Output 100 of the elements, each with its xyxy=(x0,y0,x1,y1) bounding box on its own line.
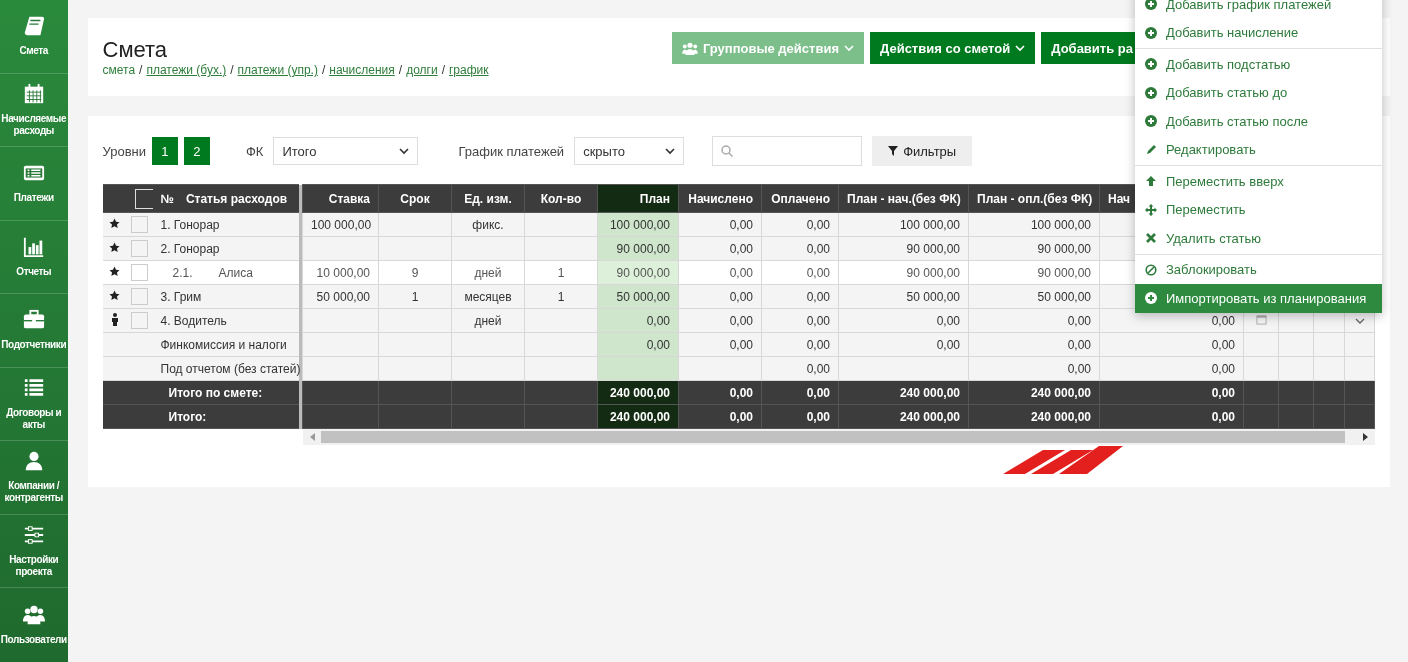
row-checkbox[interactable] xyxy=(130,216,148,233)
calendar-icon xyxy=(22,82,45,105)
sidebar-item[interactable]: Отчеты xyxy=(0,220,68,294)
table-cell: 0,00 xyxy=(806,409,830,424)
block-icon xyxy=(1145,263,1157,276)
table-cell: 100 000,00 xyxy=(311,217,372,232)
row-checkbox[interactable] xyxy=(130,312,148,329)
table-cell: 100 000,00 xyxy=(1030,217,1091,232)
menu-item[interactable]: Добавить статью после xyxy=(1135,107,1382,136)
breadcrumb-separator: / xyxy=(230,63,234,77)
level-button[interactable]: 1 xyxy=(152,137,178,165)
menu-item[interactable]: Редактировать xyxy=(1135,135,1382,164)
table-cell: 0,00 xyxy=(1211,313,1235,328)
row-checkbox[interactable] xyxy=(130,240,148,257)
level-button[interactable]: 2 xyxy=(184,137,210,165)
table-cell: 0,00 xyxy=(806,385,830,400)
breadcrumb-separator: / xyxy=(441,63,445,77)
breadcrumb-link[interactable]: долги xyxy=(406,63,438,77)
table-cell: 90 000,00 xyxy=(616,265,670,280)
menu-item[interactable]: Заблокировать xyxy=(1135,255,1382,284)
sidebar-item[interactable]: Настройки проекта xyxy=(0,514,68,588)
table-cell: 240 000,00 xyxy=(1030,409,1091,424)
sidebar-item[interactable]: Подотчетники xyxy=(0,294,68,368)
table-cell: 1 xyxy=(411,289,419,304)
column-header: План - опл.(без ФК) xyxy=(968,184,1100,213)
select-field[interactable]: Итого xyxy=(273,137,419,165)
table-cell: 0,00 xyxy=(1211,385,1235,400)
book-icon xyxy=(22,15,45,38)
action-button[interactable]: Действия со сметой xyxy=(870,32,1036,64)
table-cell: 9 xyxy=(411,265,419,280)
menu-item[interactable]: Удалить статью xyxy=(1135,224,1382,253)
table-cell: 0,00 xyxy=(936,337,960,352)
row-label: 4. Водитель xyxy=(160,313,227,328)
row-checkbox[interactable] xyxy=(130,288,148,305)
table-cell: 0,00 xyxy=(729,217,753,232)
table-cell: 0,00 xyxy=(729,337,753,352)
scroll-right-icon xyxy=(1360,433,1369,441)
row-label: 1. Гонорар xyxy=(160,217,220,232)
row-label: Финкомиссия и налоги xyxy=(160,337,287,352)
calendar-icon xyxy=(1255,313,1267,325)
sliders-icon xyxy=(22,523,45,546)
sidebar-item[interactable]: Пользователи xyxy=(0,588,68,662)
row-label: Итого по смете: xyxy=(168,385,263,400)
table-cell: 90 000,00 xyxy=(616,241,670,256)
horizontal-scrollbar[interactable] xyxy=(302,429,1375,445)
filter-button[interactable]: Фильтры xyxy=(872,136,973,166)
search-field[interactable] xyxy=(712,136,863,166)
menu-item[interactable]: Добавить статью до xyxy=(1135,78,1382,107)
funnel-icon xyxy=(888,146,899,156)
row-checkbox[interactable] xyxy=(130,264,148,281)
table-cell: 100 000,00 xyxy=(899,217,960,232)
table-cell: 50 000,00 xyxy=(1037,289,1091,304)
table-cell: 240 000,00 xyxy=(899,385,960,400)
sidebar-item[interactable]: Договоры и акты xyxy=(0,367,68,441)
table-cell: дней xyxy=(474,265,502,280)
row-number: 2.1. xyxy=(172,265,193,280)
column-header: Начислено xyxy=(678,184,762,213)
menu-item[interactable]: Добавить график платежей xyxy=(1135,0,1382,19)
sidebar-item[interactable]: Платежи xyxy=(0,147,68,221)
plus-circle-icon xyxy=(1145,58,1157,71)
table-cell: 0,00 xyxy=(1211,361,1235,376)
chevron-down-icon xyxy=(665,147,676,155)
column-header: Статья расходов xyxy=(185,191,288,206)
star-icon xyxy=(109,265,120,277)
breadcrumb-link[interactable]: график xyxy=(448,63,489,77)
table-cell: 0,00 xyxy=(806,313,830,328)
table-cell: месяцев xyxy=(464,289,512,304)
plus-circle-icon xyxy=(1145,26,1157,39)
table-cell: 0,00 xyxy=(1067,361,1091,376)
table-cell: 0,00 xyxy=(806,361,830,376)
breadcrumb-separator: / xyxy=(139,63,143,77)
breadcrumb-link[interactable]: платежи (упр.) xyxy=(237,63,318,77)
breadcrumb-separator: / xyxy=(321,63,326,77)
table-cell: 0,00 xyxy=(729,241,753,256)
table-cell: 0,00 xyxy=(806,265,830,280)
breadcrumb-link[interactable]: начисления xyxy=(329,63,395,77)
table-cell: 0,00 xyxy=(729,409,753,424)
table-cell: 0,00 xyxy=(729,313,753,328)
menu-item[interactable]: Импортировать из планирования xyxy=(1135,284,1382,313)
users-icon xyxy=(681,41,698,55)
column-header: № xyxy=(160,191,174,206)
scroll-left-icon xyxy=(308,433,317,441)
table-cell: фикс. xyxy=(472,217,504,232)
sidebar-item[interactable]: Компании / контрагенты xyxy=(0,441,68,515)
sidebar-item[interactable]: Начисляемые расходы xyxy=(0,73,68,147)
table-cell: 0,00 xyxy=(729,385,753,400)
table-cell: 0,00 xyxy=(1067,313,1091,328)
sidebar-item[interactable]: Смета xyxy=(0,0,68,74)
star-icon xyxy=(109,241,120,253)
star-icon xyxy=(109,289,120,301)
table-cell: 1 xyxy=(557,289,565,304)
table-cell: 0,00 xyxy=(646,337,670,352)
table-cell: 50 000,00 xyxy=(616,289,670,304)
select-all-checkbox[interactable] xyxy=(134,188,155,209)
plus-circle-icon xyxy=(1145,86,1157,99)
table-cell: 0,00 xyxy=(806,241,830,256)
breadcrumb-link[interactable]: платежи (бух.) xyxy=(146,63,227,77)
column-header: Ставка xyxy=(302,184,379,213)
select-field[interactable]: скрыто xyxy=(574,137,685,165)
table-cell: 0,00 xyxy=(1211,409,1235,424)
